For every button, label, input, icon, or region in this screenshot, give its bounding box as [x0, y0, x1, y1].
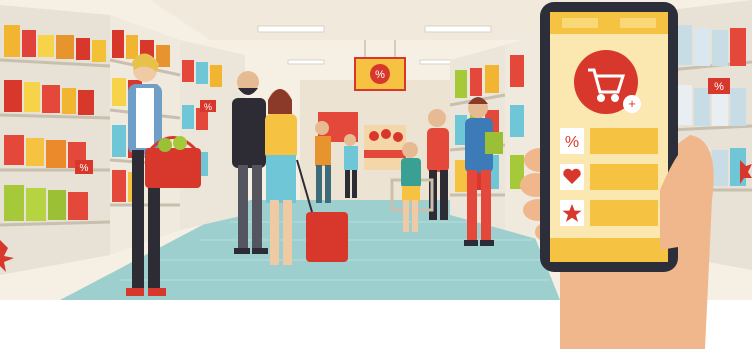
- app-menu-item-rated[interactable]: [560, 200, 658, 226]
- app-menu-item-discounts[interactable]: %: [560, 128, 658, 154]
- app-menu-item-favorites[interactable]: [560, 164, 658, 190]
- svg-text:%: %: [204, 102, 212, 112]
- percent-icon: %: [75, 160, 93, 174]
- svg-text:%: %: [714, 81, 724, 93]
- ceiling: [150, 0, 600, 40]
- supermarket-illustration: % % % % + %: [0, 0, 752, 349]
- percent-icon: %: [565, 134, 579, 151]
- percent-icon: %: [708, 78, 730, 94]
- shopping-basket-icon: [306, 212, 348, 262]
- svg-text:%: %: [80, 163, 89, 174]
- percent-icon: %: [200, 100, 216, 112]
- smartphone: + %: [540, 2, 678, 272]
- shopping-basket-icon: [145, 148, 201, 188]
- svg-text:%: %: [375, 69, 385, 81]
- svg-text:+: +: [628, 96, 636, 111]
